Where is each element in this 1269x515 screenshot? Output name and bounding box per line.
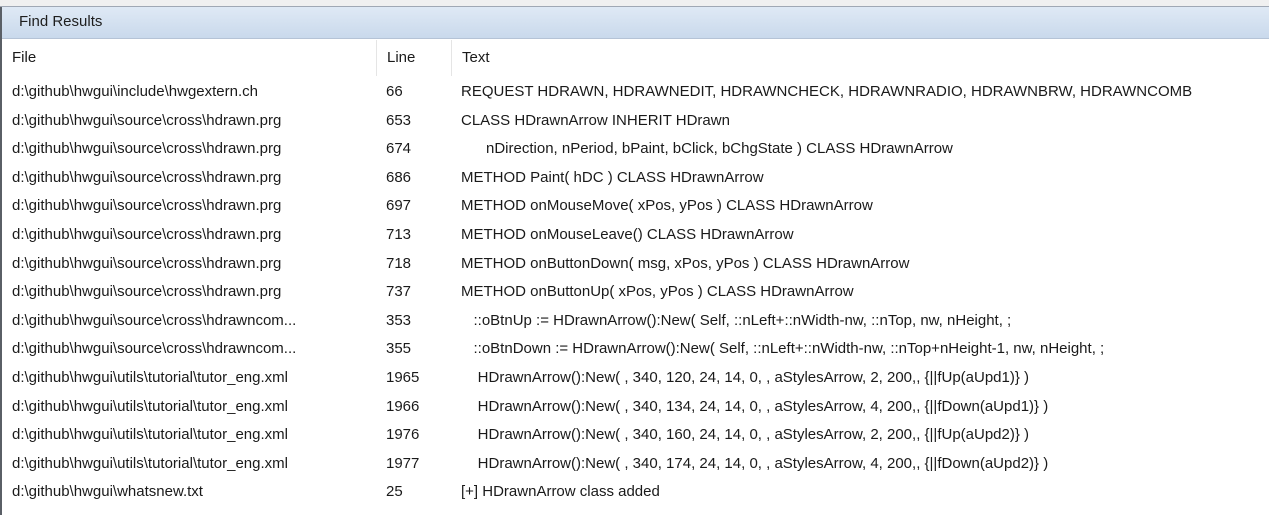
result-text: METHOD onButtonDown( msg, xPos, yPos ) C… [461, 254, 910, 272]
result-file: d:\github\hwgui\source\cross\hdrawn.prg [12, 197, 282, 215]
panel-title: Find Results [19, 13, 103, 30]
result-file: d:\github\hwgui\source\cross\hdrawn.prg [12, 140, 282, 158]
result-file: d:\github\hwgui\source\cross\hdrawncom..… [12, 340, 297, 358]
result-line: 1965 [386, 368, 420, 386]
result-text: nDirection, nPeriod, bPaint, bClick, bCh… [461, 140, 953, 158]
result-file: d:\github\hwgui\source\cross\hdrawn.prg [12, 254, 282, 272]
result-line: 653 [386, 111, 412, 129]
result-row[interactable]: d:\github\hwgui\utils\tutorial\tutor_eng… [2, 364, 1269, 393]
result-text: METHOD onMouseMove( xPos, yPos ) CLASS H… [461, 197, 873, 215]
result-file: d:\github\hwgui\source\cross\hdrawn.prg [12, 168, 282, 186]
result-row[interactable]: d:\github\hwgui\source\cross\hdrawn.prg 7… [2, 221, 1269, 250]
result-file: d:\github\hwgui\utils\tutorial\tutor_eng… [12, 454, 288, 472]
result-line: 355 [386, 340, 412, 358]
result-file: d:\github\hwgui\source\cross\hdrawn.prg [12, 111, 282, 129]
result-row[interactable]: d:\github\hwgui\source\cross\hdrawn.prg 6… [2, 107, 1269, 136]
result-file: d:\github\hwgui\utils\tutorial\tutor_eng… [12, 368, 288, 386]
result-line: 1966 [386, 397, 420, 415]
result-line: 1976 [386, 426, 420, 444]
result-line: 713 [386, 225, 412, 243]
result-text: HDrawnArrow():New( , 340, 120, 24, 14, 0… [461, 368, 1030, 386]
result-row[interactable]: d:\github\hwgui\source\cross\hdrawncom..… [2, 335, 1269, 364]
result-text: METHOD Paint( hDC ) CLASS HDrawnArrow [461, 168, 764, 186]
result-file: d:\github\hwgui\source\cross\hdrawn.prg [12, 283, 282, 301]
result-file: d:\github\hwgui\include\hwgextern.ch [12, 83, 258, 100]
find-results-titlebar: Find Results [0, 7, 1269, 39]
result-file: d:\github\hwgui\source\cross\hdrawn.prg [12, 225, 282, 243]
result-row[interactable]: d:\github\hwgui\utils\tutorial\tutor_eng… [2, 421, 1269, 450]
result-line: 737 [386, 283, 412, 301]
result-text: METHOD onMouseLeave() CLASS HDrawnArrow [461, 225, 794, 243]
column-header-file[interactable]: File [2, 40, 376, 76]
result-text: CLASS HDrawnArrow INHERIT HDrawn [461, 111, 730, 129]
result-text: METHOD onButtonUp( xPos, yPos ) CLASS HD… [461, 283, 854, 301]
result-file: d:\github\hwgui\source\cross\hdrawncom..… [12, 311, 297, 329]
column-header-text[interactable]: Text [451, 40, 1269, 76]
result-row[interactable]: d:\github\hwgui\source\cross\hdrawn.prg 6… [2, 164, 1269, 193]
result-line: 718 [386, 254, 412, 272]
result-line: 353 [386, 311, 412, 329]
result-row[interactable]: d:\github\hwgui\utils\tutorial\tutor_eng… [2, 450, 1269, 479]
result-row[interactable]: d:\github\hwgui\utils\tutorial\tutor_eng… [2, 393, 1269, 422]
result-text: HDrawnArrow():New( , 340, 134, 24, 14, 0… [461, 397, 1049, 415]
result-line: 1977 [386, 454, 420, 472]
results-list: d:\github\hwgui\include\hwgextern.ch 66 RE… [2, 78, 1269, 507]
result-text: ::oBtnDown := HDrawnArrow():New( Self, :… [461, 340, 1105, 358]
result-row[interactable]: d:\github\hwgui\source\cross\hdrawn.prg 7… [2, 278, 1269, 307]
result-file: d:\github\hwgui\whatsnew.txt [12, 483, 203, 501]
result-line: 686 [386, 168, 412, 186]
result-row[interactable]: d:\github\hwgui\include\hwgextern.ch 66 RE… [2, 78, 1269, 107]
result-line: 674 [386, 140, 412, 158]
result-row[interactable]: d:\github\hwgui\source\cross\hdrawncom..… [2, 307, 1269, 336]
result-row[interactable]: d:\github\hwgui\whatsnew.txt 25 [+] HDrawn… [2, 478, 1269, 507]
result-text: [+] HDrawnArrow class added [461, 483, 660, 501]
result-row[interactable]: d:\github\hwgui\source\cross\hdrawn.prg 7… [2, 250, 1269, 279]
result-line: 66 [386, 83, 403, 100]
result-row[interactable]: d:\github\hwgui\source\cross\hdrawn.prg 6… [2, 135, 1269, 164]
column-header: File Line Text [2, 40, 1269, 76]
top-strip [0, 0, 1269, 7]
result-row[interactable]: d:\github\hwgui\source\cross\hdrawn.prg 6… [2, 192, 1269, 221]
result-file: d:\github\hwgui\utils\tutorial\tutor_eng… [12, 426, 288, 444]
result-text: HDrawnArrow():New( , 340, 160, 24, 14, 0… [461, 426, 1030, 444]
result-text: HDrawnArrow():New( , 340, 174, 24, 14, 0… [461, 454, 1049, 472]
column-header-line[interactable]: Line [376, 40, 451, 76]
result-text: REQUEST HDRAWN, HDRAWNEDIT, HDRAWNCHECK,… [461, 83, 1193, 100]
result-file: d:\github\hwgui\utils\tutorial\tutor_eng… [12, 397, 288, 415]
result-line: 697 [386, 197, 412, 215]
result-text: ::oBtnUp := HDrawnArrow():New( Self, ::n… [461, 311, 1012, 329]
result-line: 25 [386, 483, 403, 501]
